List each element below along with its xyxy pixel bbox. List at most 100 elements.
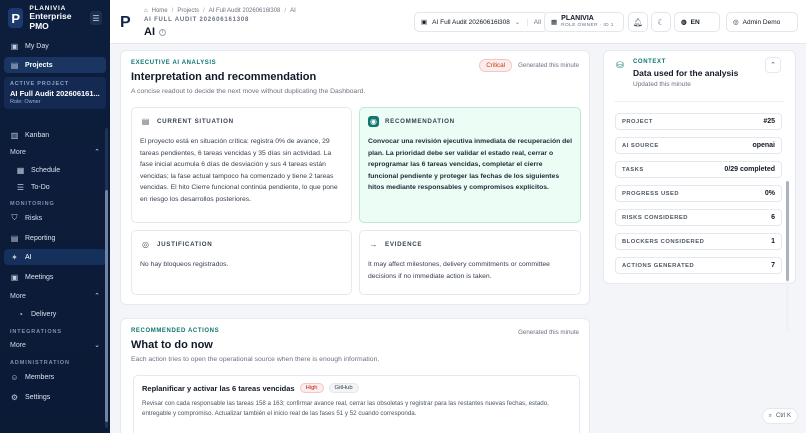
sidebar-item-label: Members xyxy=(25,373,55,381)
theme-toggle-button[interactable]: ☾ xyxy=(651,12,671,32)
sidebar-item-projects[interactable]: ▤ Projects xyxy=(4,57,106,73)
sidebar-item-risks[interactable]: ⛉ Risks xyxy=(0,210,110,226)
context-updated: Updated this minute xyxy=(633,81,691,88)
context-row-ai-source: AI SOURCE openai xyxy=(615,137,782,154)
current-situation-card: ▤ CURRENT SITUATION El proyecto está en … xyxy=(131,107,352,223)
executive-analysis-card: EXECUTIVE AI ANALYSIS Critical Generated… xyxy=(120,50,590,305)
role-selector[interactable]: ▦ PLANIVIA ROLE OWNER · ID 1 xyxy=(544,12,624,32)
actions-eyebrow: RECOMMENDED ACTIONS xyxy=(131,328,220,334)
building-icon: ▦ xyxy=(551,19,558,26)
brand-logo: P xyxy=(8,8,24,28)
sidebar-scrollbar[interactable] xyxy=(105,128,108,428)
sidebar-item-kanban[interactable]: ▥ Kanban xyxy=(0,127,110,143)
context-row-risks: RISKS CONSIDERED 6 xyxy=(615,209,782,226)
report-icon: ▤ xyxy=(10,233,19,243)
justification-text: No hay bloqueos registrados. xyxy=(140,261,229,268)
sidebar-more-planning[interactable]: More ⌃ xyxy=(0,145,110,159)
language-selector[interactable]: ◍ EN xyxy=(674,12,720,32)
sidebar-more-label: More xyxy=(10,341,26,349)
breadcrumb-project[interactable]: AI Full Audit 20260616l308 xyxy=(209,8,281,14)
project-selector[interactable]: ▣ AI Full Audit 20260616l308 ⌄ All xyxy=(414,12,548,32)
chevron-down-icon: ⌄ xyxy=(94,342,100,349)
sidebar-item-label: Schedule xyxy=(31,166,61,174)
sidebar-more-label: More xyxy=(10,148,26,156)
action-title: Replanificar y activar las 6 tareas venc… xyxy=(142,383,295,393)
command-palette-button[interactable]: ⌕ Ctrl K xyxy=(761,408,798,424)
scale-icon: ◎ xyxy=(142,240,149,249)
sidebar-item-todo[interactable]: ☰ To-Do xyxy=(0,179,110,195)
section-administration: ADMINISTRATION xyxy=(10,359,70,366)
priority-badge: High xyxy=(299,383,324,393)
sidebar-item-my-day[interactable]: ▣ My Day xyxy=(0,38,110,54)
sidebar-more-monitoring[interactable]: More ⌃ xyxy=(0,289,110,303)
brand: P PLANIVIA Enterprise PMO ☰ xyxy=(0,0,110,34)
breadcrumb-home[interactable]: Home xyxy=(152,8,168,14)
sidebar-more-label: More xyxy=(10,292,26,300)
role-description: ROLE OWNER · ID 1 xyxy=(561,23,614,29)
arrow-right-icon: → xyxy=(369,240,378,249)
schedule-icon: ▦ xyxy=(16,165,25,175)
sidebar-more-integrations[interactable]: More ⌄ xyxy=(0,338,110,352)
context-scrollbar[interactable] xyxy=(786,181,789,331)
project-selector-value: AI Full Audit 20260616l308 xyxy=(432,18,510,26)
search-icon: ⌕ xyxy=(768,412,772,419)
justification-card: ◎ JUSTIFICATION No hay bloqueos registra… xyxy=(131,230,352,295)
shortcut-label: Ctrl K xyxy=(776,413,791,419)
sidebar-item-label: Kanban xyxy=(25,131,50,139)
context-row-progress: PROGRESS USED 0% xyxy=(615,185,782,202)
sidebar-item-schedule[interactable]: ▦ Schedule xyxy=(0,162,110,178)
active-project-card[interactable]: ACTIVE PROJECT AI Full Audit 202606161..… xyxy=(4,77,106,109)
recommendation-text: Convocar una revisión ejecutiva inmediat… xyxy=(368,138,572,192)
context-row-tasks: TASKS 0/29 completed xyxy=(615,161,782,178)
sidebar-scroll-thumb[interactable] xyxy=(105,190,108,422)
sidebar-item-members[interactable]: ☺ Members xyxy=(0,369,110,385)
section-integrations: INTEGRATIONS xyxy=(10,328,62,335)
source-badge[interactable]: GitHub xyxy=(328,383,359,393)
info-icon[interactable]: i xyxy=(159,28,166,36)
sparkle-icon: ✦ xyxy=(11,252,18,262)
sidebar-item-delivery[interactable]: ◔ Delivery xyxy=(0,306,110,322)
executive-eyebrow: EXECUTIVE AI ANALYSIS xyxy=(131,60,217,66)
sidebar-item-meetings[interactable]: ▣ Meetings xyxy=(0,269,110,285)
calendar-icon: ▣ xyxy=(10,41,19,51)
context-row-project: PROJECT #25 xyxy=(615,113,782,130)
kanban-icon: ▥ xyxy=(10,130,19,140)
user-icon: ◎ xyxy=(733,19,739,26)
sidebar-item-label: Meetings xyxy=(25,273,54,281)
sidebar-item-label: My Day xyxy=(25,42,49,50)
context-title: Data used for the analysis xyxy=(633,68,739,78)
breadcrumb-current: AI xyxy=(290,8,296,14)
meeting-icon: ▣ xyxy=(10,272,19,282)
chevron-up-icon: ⌃ xyxy=(770,62,776,69)
notifications-button[interactable]: 🔔︎ xyxy=(628,12,648,32)
sidebar-item-settings[interactable]: ⚙ Settings xyxy=(0,389,110,405)
gauge-icon: ◔ xyxy=(18,309,23,319)
current-situation-text: El proyecto está en situación crítica: r… xyxy=(140,138,338,203)
justification-label: JUSTIFICATION xyxy=(157,241,213,248)
project-all-option[interactable]: All xyxy=(526,18,541,26)
menu-toggle-icon[interactable]: ☰ xyxy=(90,11,102,25)
collapse-context-button[interactable]: ⌃ xyxy=(765,57,781,73)
sidebar-item-label: Settings xyxy=(25,393,51,401)
sidebar-item-label: Delivery xyxy=(31,310,57,318)
folder-icon: ▤ xyxy=(10,60,19,70)
sidebar-item-label: Risks xyxy=(25,214,43,222)
recommended-actions-card: RECOMMENDED ACTIONS Generated this minut… xyxy=(120,318,590,433)
header-logo: P xyxy=(120,14,131,31)
context-eyebrow: CONTEXT xyxy=(633,59,666,65)
sidebar-item-ai[interactable]: ✦ AI xyxy=(4,249,106,265)
breadcrumb-projects[interactable]: Projects xyxy=(177,8,199,14)
language-value: EN xyxy=(690,18,700,26)
sidebar-item-label: Reporting xyxy=(25,234,56,242)
action-item[interactable]: Replanificar y activar las 6 tareas venc… xyxy=(133,375,580,433)
page-subtitle: AI FULL AUDIT 202606161308 xyxy=(144,17,250,23)
users-icon: ☺ xyxy=(10,372,19,382)
bell-icon: 🔔︎ xyxy=(632,17,644,27)
actions-desc: Each action tries to open the operationa… xyxy=(131,356,380,363)
chevron-up-icon: ⌃ xyxy=(94,293,100,300)
sidebar-item-reporting[interactable]: ▤ Reporting xyxy=(0,230,110,246)
user-menu[interactable]: ◎ Admin Demo xyxy=(726,12,798,32)
checklist-icon: ☰ xyxy=(16,182,25,192)
document-icon: ▤ xyxy=(141,117,150,126)
executive-desc: A concise readout to decide the next mov… xyxy=(131,88,366,95)
